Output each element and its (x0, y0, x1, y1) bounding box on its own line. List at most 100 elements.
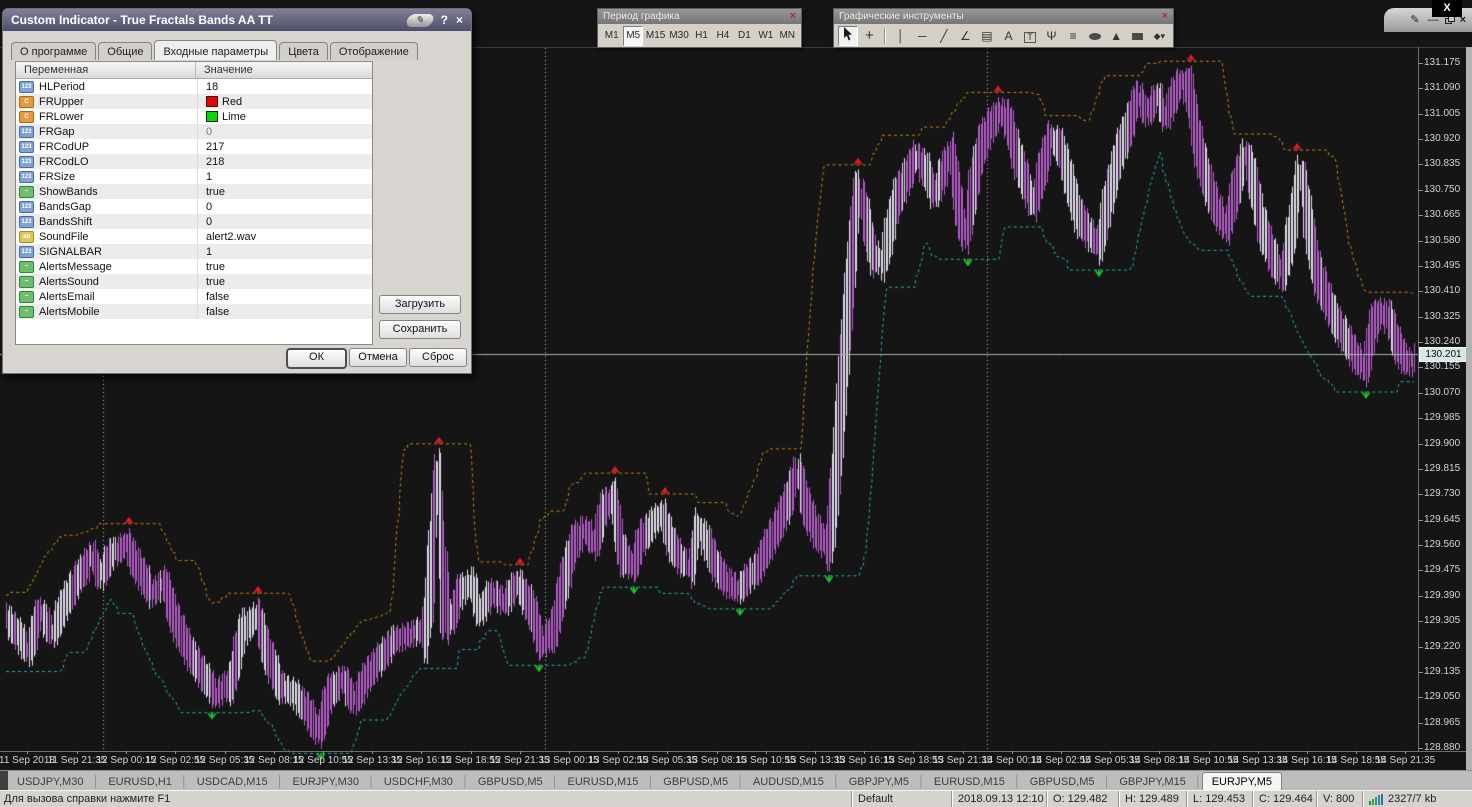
parameter-value[interactable]: true (197, 259, 225, 274)
dialog-tab-цвета[interactable]: Цвета (279, 42, 328, 60)
close-overlay-button[interactable]: X (1432, 0, 1462, 17)
chart-tab-usdjpy-m30[interactable]: USDJPY,M30 (8, 773, 92, 790)
cancel-button[interactable]: Отмена (349, 348, 407, 367)
dialog-tab-общие[interactable]: Общие (98, 42, 153, 60)
close-button[interactable]: × (456, 13, 463, 27)
status-profile[interactable]: Default (851, 791, 951, 807)
parameter-row[interactable]: ab SoundFile alert2.wav (16, 229, 372, 244)
tools-toolbar-titlebar[interactable]: Графические инструменты × (834, 9, 1173, 24)
parameter-row[interactable]: ~ AlertsMobile false (16, 304, 372, 319)
parameter-row[interactable]: 123 FRGap 0 (16, 124, 372, 139)
parameter-value[interactable]: true (197, 184, 225, 199)
reset-button[interactable]: Сброс (409, 348, 467, 367)
period-button-m1[interactable]: M1 (602, 26, 621, 46)
parameter-row[interactable]: 123 BandsGap 0 (16, 199, 372, 214)
dialog-titlebar[interactable]: Custom Indicator - True Fractals Bands A… (3, 9, 471, 31)
load-button[interactable]: Загрузить (379, 295, 461, 314)
parameter-value[interactable]: 217 (197, 139, 224, 154)
period-button-m5[interactable]: M5 (623, 25, 643, 46)
parameter-row[interactable]: ~ AlertsMessage true (16, 259, 372, 274)
parameter-value[interactable]: alert2.wav (197, 229, 256, 244)
restore-button[interactable] (1444, 16, 1455, 24)
parameter-value[interactable]: false (197, 289, 229, 304)
rectangle-icon[interactable] (1128, 26, 1148, 46)
parameter-value[interactable]: 0 (197, 124, 212, 139)
parameter-row[interactable]: 123 FRCodUP 217 (16, 139, 372, 154)
parameter-value[interactable]: 18 (197, 79, 218, 94)
parameters-table[interactable]: Переменная Значение 123 HLPeriod 18 C FRUppe… (15, 61, 373, 345)
chart-tab-eurjpy-m5[interactable]: EURJPY,M5 (1201, 772, 1283, 790)
text-icon[interactable]: A (999, 26, 1019, 46)
parameter-row[interactable]: ~ ShowBands true (16, 184, 372, 199)
chart-tab-eurusd-h1[interactable]: EURUSD,H1 (99, 773, 181, 790)
period-toolbar[interactable]: Период графика × M1 M5 M15 M30 H1 H4 D1 W1 MN (597, 8, 802, 48)
dialog-tab-входные-параметры[interactable]: Входные параметры (154, 40, 278, 60)
chart-tab-gbpusd-m5[interactable]: GBPUSD,M5 (1021, 773, 1104, 790)
period-button-mn[interactable]: MN (778, 26, 797, 46)
close-icon[interactable]: × (1162, 11, 1168, 22)
pitchfork-icon[interactable]: Ψ (1042, 26, 1062, 46)
parameter-row[interactable]: 123 BandsShift 0 (16, 214, 372, 229)
time-tickmark (471, 751, 472, 754)
tab-separator: │ (1013, 776, 1021, 788)
parameter-row[interactable]: ~ AlertsSound true (16, 274, 372, 289)
chart-tab-audusd-m15[interactable]: AUDUSD,M15 (744, 773, 833, 790)
ok-button[interactable]: ОК (286, 348, 347, 369)
period-button-h4[interactable]: H4 (713, 26, 732, 46)
parameter-row[interactable]: 123 SIGNALBAR 1 (16, 244, 372, 259)
parameter-row[interactable]: C FRLower Lime (16, 109, 372, 124)
cursor-icon[interactable] (838, 25, 858, 46)
chart-tab-eurusd-m15[interactable]: EURUSD,M15 (925, 773, 1014, 790)
parameter-value[interactable]: true (197, 274, 225, 289)
parameter-value[interactable]: 1 (197, 244, 212, 259)
time-axis-border (0, 751, 1466, 752)
period-button-d1[interactable]: D1 (735, 26, 754, 46)
trendline-icon[interactable]: ╱ (934, 26, 954, 46)
parameter-name: SoundFile (39, 230, 89, 243)
parameter-row[interactable]: 123 FRCodLO 218 (16, 154, 372, 169)
period-toolbar-titlebar[interactable]: Период графика × (598, 9, 801, 24)
period-button-h1[interactable]: H1 (692, 26, 711, 46)
equidistant-channel-icon[interactable]: ▤ (977, 26, 997, 46)
parameter-value[interactable]: 0 (197, 199, 212, 214)
chart-tab-gbpusd-m5[interactable]: GBPUSD,M5 (654, 773, 737, 790)
parameter-row[interactable]: 123 FRSize 1 (16, 169, 372, 184)
metaquotes-logo-icon: ✎ (404, 13, 435, 27)
parameter-value[interactable]: Red (197, 94, 242, 109)
text-label-icon[interactable]: T (1020, 26, 1040, 46)
parameter-value[interactable]: 1 (197, 169, 212, 184)
parameter-value[interactable]: 218 (197, 154, 224, 169)
parameter-value[interactable]: Lime (197, 109, 246, 124)
chart-tab-gbpusd-m5[interactable]: GBPUSD,M5 (469, 773, 552, 790)
chart-tab-usdcad-m15[interactable]: USDCAD,M15 (188, 773, 277, 790)
vertical-line-icon[interactable]: │ (891, 26, 911, 46)
period-button-w1[interactable]: W1 (756, 26, 775, 46)
parameter-row[interactable]: ~ AlertsEmail false (16, 289, 372, 304)
dialog-tab-о-программе[interactable]: О программе (11, 42, 97, 60)
price-tickmark (1418, 671, 1423, 673)
indicator-properties-dialog[interactable]: Custom Indicator - True Fractals Bands A… (2, 8, 472, 374)
tools-toolbar[interactable]: Графические инструменты × + │ ─ ╱ ∠ ▤ A T Ψ ≡ ▲ ◆▾ (833, 8, 1174, 48)
period-button-m15[interactable]: M15 (645, 26, 666, 46)
dialog-tab-отображение[interactable]: Отображение (329, 42, 418, 60)
arrows-icon[interactable]: ◆▾ (1150, 26, 1170, 46)
period-button-m30[interactable]: M30 (668, 26, 689, 46)
parameter-row[interactable]: 123 HLPeriod 18 (16, 79, 372, 94)
chart-tab-eurjpy-m30[interactable]: EURJPY,M30 (284, 773, 368, 790)
chart-tab-eurusd-m15[interactable]: EURUSD,M15 (558, 773, 647, 790)
chart-tab-gbpjpy-m5[interactable]: GBPJPY,M5 (840, 773, 918, 790)
parameter-row[interactable]: C FRUpper Red (16, 94, 372, 109)
horizontal-line-icon[interactable]: ─ (913, 26, 933, 46)
trendline-angle-icon[interactable]: ∠ (956, 26, 976, 46)
close-icon[interactable]: × (790, 11, 796, 22)
parameter-value[interactable]: 0 (197, 214, 212, 229)
parameter-value[interactable]: false (197, 304, 229, 319)
triangle-icon[interactable]: ▲ (1106, 26, 1126, 46)
help-button[interactable]: ? (441, 13, 448, 27)
chart-tab-usdchf-m30[interactable]: USDCHF,M30 (375, 773, 462, 790)
ellipse-icon[interactable] (1085, 26, 1105, 46)
crosshair-icon[interactable]: + (860, 26, 880, 46)
fibo-retracement-icon[interactable]: ≡ (1063, 26, 1083, 46)
chart-tab-gbpjpy-m15[interactable]: GBPJPY,M15 (1110, 773, 1194, 790)
save-button[interactable]: Сохранить (379, 320, 461, 339)
